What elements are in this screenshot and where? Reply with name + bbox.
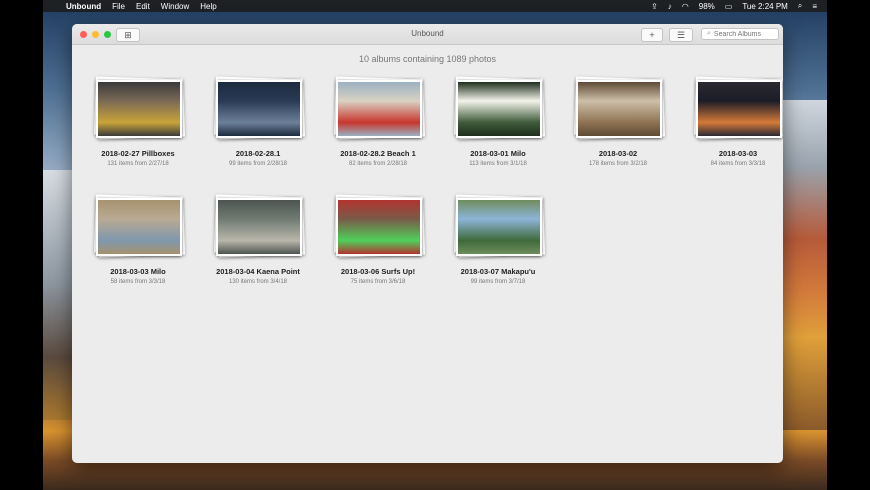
volume-icon[interactable]: ♪: [668, 2, 672, 11]
album-cover-stack[interactable]: [94, 76, 185, 140]
menu-edit[interactable]: Edit: [136, 2, 150, 11]
menu-file[interactable]: File: [112, 2, 125, 11]
desktop-mountain-left: [43, 170, 73, 420]
album-meta: 131 items from 2/27/18: [107, 161, 169, 167]
album-cover-photo: [96, 198, 182, 256]
album-cover-photo: [696, 80, 782, 138]
album-item[interactable]: 2018-02-28.1 99 items from 2/28/18: [198, 76, 318, 167]
battery-percent[interactable]: 98%: [699, 2, 715, 11]
album-name: 2018-02-28.1: [235, 149, 281, 158]
sort-button[interactable]: ☰: [669, 28, 693, 42]
album-cover-stack[interactable]: [574, 76, 665, 140]
album-meta: 75 items from 3/6/18: [350, 279, 406, 285]
desktop-mountain-right: [782, 100, 827, 430]
album-cover-photo: [456, 198, 542, 256]
notification-center-icon[interactable]: ≡: [812, 2, 817, 11]
album-cover-photo: [216, 80, 302, 138]
album-meta: 113 items from 3/1/18: [469, 161, 527, 167]
album-item[interactable]: 2018-03-04 Kaena Point 130 items from 3/4…: [198, 194, 318, 285]
plus-icon: +: [649, 30, 655, 40]
upload-icon[interactable]: ⇪: [651, 2, 658, 11]
album-item[interactable]: 2018-02-28.2 Beach 1 82 items from 2/28/1…: [318, 76, 438, 167]
album-cover-stack[interactable]: [334, 194, 425, 258]
album-cover-photo: [216, 198, 302, 256]
album-name: 2018-03-04 Kaena Point: [216, 267, 300, 276]
menu-help[interactable]: Help: [200, 2, 216, 11]
album-cover-stack[interactable]: [214, 76, 305, 140]
album-cover-stack[interactable]: [454, 194, 545, 258]
album-name: 2018-02-28.2 Beach 1: [340, 149, 416, 158]
album-name: 2018-03-03 Milo: [110, 267, 166, 276]
album-cover-photo: [96, 80, 182, 138]
album-cover-stack[interactable]: [694, 76, 783, 140]
album-cover-photo: [576, 80, 662, 138]
title-bar: ⊞ Unbound + ☰ ⌕: [72, 24, 783, 45]
album-meta: 99 items from 2/28/18: [228, 161, 288, 167]
album-item[interactable]: 2018-03-07 Makapu'u 99 items from 3/7/18: [438, 194, 558, 285]
menu-bar: Unbound File Edit Window Help ⇪ ♪ ◠ 98% …: [43, 0, 827, 12]
album-item[interactable]: 2018-03-06 Surfs Up! 75 items from 3/6/18: [318, 194, 438, 285]
album-summary: 10 albums containing 1089 photos: [358, 54, 497, 64]
album-item[interactable]: 2018-03-01 Milo 113 items from 3/1/18: [438, 76, 558, 167]
album-meta: 82 items from 2/28/18: [348, 161, 408, 167]
search-icon: ⌕: [707, 30, 711, 37]
album-name: 2018-03-02: [598, 149, 638, 158]
clock[interactable]: Tue 2:24 PM: [742, 2, 788, 11]
menu-window[interactable]: Window: [161, 2, 189, 11]
album-meta: 84 items from 3/3/18: [710, 161, 766, 167]
album-item[interactable]: 2018-03-03 84 items from 3/3/18: [678, 76, 783, 167]
search-input[interactable]: [713, 30, 774, 38]
album-meta: 130 items from 3/4/18: [228, 279, 288, 285]
app-menu[interactable]: Unbound: [66, 2, 101, 11]
app-window: ⊞ Unbound + ☰ ⌕ 10 albums containing 108…: [72, 24, 783, 463]
spotlight-icon[interactable]: ⌕: [798, 1, 802, 11]
search-field[interactable]: ⌕: [701, 28, 779, 40]
album-name: 2018-02-27 Pillboxes: [101, 149, 175, 158]
battery-icon[interactable]: ▭: [725, 2, 733, 11]
album-name: 2018-03-03: [718, 149, 758, 158]
album-cover-photo: [336, 198, 422, 256]
album-cover-photo: [336, 80, 422, 138]
album-meta: 178 items from 3/2/18: [588, 161, 648, 167]
album-item[interactable]: 2018-03-02 178 items from 3/2/18: [558, 76, 678, 167]
album-name: 2018-03-07 Makapu'u: [460, 267, 536, 276]
album-cover-stack[interactable]: [214, 194, 305, 258]
album-name: 2018-03-06 Surfs Up!: [340, 267, 416, 276]
album-item[interactable]: 2018-03-03 Milo 58 items from 3/3/18: [78, 194, 198, 285]
album-name: 2018-03-01 Milo: [470, 149, 526, 158]
add-album-button[interactable]: +: [641, 28, 663, 42]
album-cover-photo: [456, 80, 542, 138]
album-cover-stack[interactable]: [454, 76, 545, 140]
album-cover-stack[interactable]: [334, 76, 425, 140]
sort-icon: ☰: [676, 29, 686, 40]
album-cover-stack[interactable]: [94, 194, 185, 258]
wifi-icon[interactable]: ◠: [682, 2, 689, 11]
album-meta: 58 items from 3/3/18: [110, 279, 166, 285]
album-meta: 99 items from 3/7/18: [470, 279, 526, 285]
album-item[interactable]: 2018-02-27 Pillboxes 131 items from 2/27/…: [78, 76, 198, 167]
